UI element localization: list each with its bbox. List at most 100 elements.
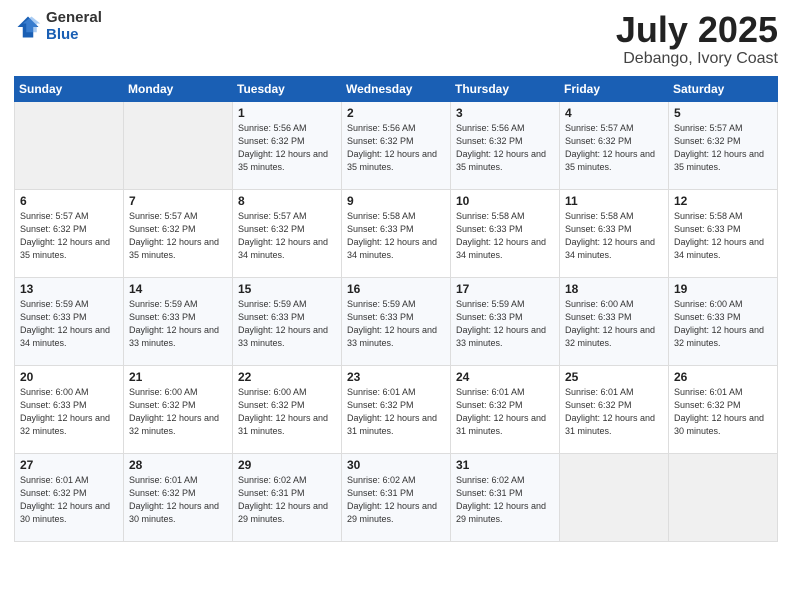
day-info: Sunrise: 5:59 AM Sunset: 6:33 PM Dayligh… <box>456 298 554 350</box>
day-number: 11 <box>565 194 663 208</box>
day-info: Sunrise: 6:00 AM Sunset: 6:33 PM Dayligh… <box>20 386 118 438</box>
day-number: 16 <box>347 282 445 296</box>
calendar-cell: 28 Sunrise: 6:01 AM Sunset: 6:32 PM Dayli… <box>124 453 233 541</box>
page: General Blue July 2025 Debango, Ivory Co… <box>0 0 792 612</box>
calendar-cell: 5 Sunrise: 5:57 AM Sunset: 6:32 PM Daylig… <box>669 101 778 189</box>
calendar-header-monday: Monday <box>124 76 233 101</box>
location-title: Debango, Ivory Coast <box>616 50 778 68</box>
calendar-cell <box>560 453 669 541</box>
calendar-week-5: 27 Sunrise: 6:01 AM Sunset: 6:32 PM Dayli… <box>15 453 778 541</box>
day-info: Sunrise: 6:02 AM Sunset: 6:31 PM Dayligh… <box>238 474 336 526</box>
day-info: Sunrise: 6:00 AM Sunset: 6:32 PM Dayligh… <box>238 386 336 438</box>
calendar-cell: 22 Sunrise: 6:00 AM Sunset: 6:32 PM Dayli… <box>233 365 342 453</box>
day-info: Sunrise: 6:01 AM Sunset: 6:32 PM Dayligh… <box>674 386 772 438</box>
calendar-cell: 21Sunrise: 6:00 AM Sunset: 6:32 PM Dayli… <box>124 365 233 453</box>
calendar-body: 1Sunrise: 5:56 AM Sunset: 6:32 PM Daylig… <box>15 101 778 541</box>
day-number: 27 <box>20 458 118 472</box>
calendar-cell: 19Sunrise: 6:00 AM Sunset: 6:33 PM Dayli… <box>669 277 778 365</box>
day-info: Sunrise: 5:57 AM Sunset: 6:32 PM Dayligh… <box>20 210 118 262</box>
title-block: July 2025 Debango, Ivory Coast <box>616 10 778 68</box>
day-info: Sunrise: 5:56 AM Sunset: 6:32 PM Dayligh… <box>347 122 445 174</box>
calendar-header-sunday: Sunday <box>15 76 124 101</box>
day-number: 10 <box>456 194 554 208</box>
calendar-cell: 9 Sunrise: 5:58 AM Sunset: 6:33 PM Daylig… <box>342 189 451 277</box>
day-number: 5 <box>674 106 772 120</box>
calendar-cell: 24 Sunrise: 6:01 AM Sunset: 6:32 PM Dayli… <box>451 365 560 453</box>
calendar-week-2: 6Sunrise: 5:57 AM Sunset: 6:32 PM Daylig… <box>15 189 778 277</box>
day-info: Sunrise: 5:57 AM Sunset: 6:32 PM Dayligh… <box>565 122 663 174</box>
calendar-cell: 14Sunrise: 5:59 AM Sunset: 6:33 PM Dayli… <box>124 277 233 365</box>
calendar-cell: 6Sunrise: 5:57 AM Sunset: 6:32 PM Daylig… <box>15 189 124 277</box>
calendar-cell <box>669 453 778 541</box>
day-info: Sunrise: 5:57 AM Sunset: 6:32 PM Dayligh… <box>238 210 336 262</box>
calendar-header-thursday: Thursday <box>451 76 560 101</box>
day-number: 8 <box>238 194 336 208</box>
calendar-week-3: 13 Sunrise: 5:59 AM Sunset: 6:33 PM Dayli… <box>15 277 778 365</box>
day-number: 20 <box>20 370 118 384</box>
calendar-cell: 15 Sunrise: 5:59 AM Sunset: 6:33 PM Dayli… <box>233 277 342 365</box>
day-number: 30 <box>347 458 445 472</box>
calendar-cell: 1Sunrise: 5:56 AM Sunset: 6:32 PM Daylig… <box>233 101 342 189</box>
day-number: 31 <box>456 458 554 472</box>
calendar: SundayMondayTuesdayWednesdayThursdayFrid… <box>14 76 778 542</box>
day-info: Sunrise: 6:01 AM Sunset: 6:32 PM Dayligh… <box>456 386 554 438</box>
calendar-cell: 17 Sunrise: 5:59 AM Sunset: 6:33 PM Dayli… <box>451 277 560 365</box>
day-info: Sunrise: 6:00 AM Sunset: 6:33 PM Dayligh… <box>674 298 772 350</box>
day-info: Sunrise: 5:58 AM Sunset: 6:33 PM Dayligh… <box>674 210 772 262</box>
logo: General Blue <box>14 10 102 43</box>
day-number: 7 <box>129 194 227 208</box>
day-number: 26 <box>674 370 772 384</box>
day-info: Sunrise: 6:01 AM Sunset: 6:32 PM Dayligh… <box>129 474 227 526</box>
calendar-cell: 26 Sunrise: 6:01 AM Sunset: 6:32 PM Dayli… <box>669 365 778 453</box>
day-number: 22 <box>238 370 336 384</box>
calendar-header-friday: Friday <box>560 76 669 101</box>
day-info: Sunrise: 5:57 AM Sunset: 6:32 PM Dayligh… <box>674 122 772 174</box>
day-info: Sunrise: 5:58 AM Sunset: 6:33 PM Dayligh… <box>565 210 663 262</box>
day-number: 4 <box>565 106 663 120</box>
logo-blue: Blue <box>46 27 102 44</box>
calendar-cell: 27Sunrise: 6:01 AM Sunset: 6:32 PM Dayli… <box>15 453 124 541</box>
day-info: Sunrise: 5:56 AM Sunset: 6:32 PM Dayligh… <box>456 122 554 174</box>
calendar-header-wednesday: Wednesday <box>342 76 451 101</box>
calendar-cell: 13 Sunrise: 5:59 AM Sunset: 6:33 PM Dayli… <box>15 277 124 365</box>
day-number: 25 <box>565 370 663 384</box>
day-number: 24 <box>456 370 554 384</box>
day-number: 12 <box>674 194 772 208</box>
calendar-cell: 23 Sunrise: 6:01 AM Sunset: 6:32 PM Dayli… <box>342 365 451 453</box>
logo-text: General Blue <box>46 10 102 43</box>
day-number: 23 <box>347 370 445 384</box>
calendar-cell: 3Sunrise: 5:56 AM Sunset: 6:32 PM Daylig… <box>451 101 560 189</box>
calendar-cell <box>15 101 124 189</box>
calendar-cell: 30Sunrise: 6:02 AM Sunset: 6:31 PM Dayli… <box>342 453 451 541</box>
day-number: 15 <box>238 282 336 296</box>
day-number: 17 <box>456 282 554 296</box>
day-number: 13 <box>20 282 118 296</box>
calendar-cell: 18Sunrise: 6:00 AM Sunset: 6:33 PM Dayli… <box>560 277 669 365</box>
calendar-header-saturday: Saturday <box>669 76 778 101</box>
day-info: Sunrise: 6:00 AM Sunset: 6:32 PM Dayligh… <box>129 386 227 438</box>
month-title: July 2025 <box>616 10 778 50</box>
day-info: Sunrise: 5:56 AM Sunset: 6:32 PM Dayligh… <box>238 122 336 174</box>
logo-general: General <box>46 10 102 27</box>
day-info: Sunrise: 5:59 AM Sunset: 6:33 PM Dayligh… <box>347 298 445 350</box>
calendar-cell: 25Sunrise: 6:01 AM Sunset: 6:32 PM Dayli… <box>560 365 669 453</box>
calendar-cell: 12 Sunrise: 5:58 AM Sunset: 6:33 PM Dayli… <box>669 189 778 277</box>
calendar-cell: 11 Sunrise: 5:58 AM Sunset: 6:33 PM Dayli… <box>560 189 669 277</box>
logo-icon <box>14 13 42 41</box>
day-info: Sunrise: 6:00 AM Sunset: 6:33 PM Dayligh… <box>565 298 663 350</box>
day-number: 28 <box>129 458 227 472</box>
day-info: Sunrise: 5:59 AM Sunset: 6:33 PM Dayligh… <box>238 298 336 350</box>
calendar-cell: 8 Sunrise: 5:57 AM Sunset: 6:32 PM Daylig… <box>233 189 342 277</box>
day-info: Sunrise: 6:01 AM Sunset: 6:32 PM Dayligh… <box>347 386 445 438</box>
day-info: Sunrise: 6:02 AM Sunset: 6:31 PM Dayligh… <box>456 474 554 526</box>
day-info: Sunrise: 5:59 AM Sunset: 6:33 PM Dayligh… <box>20 298 118 350</box>
day-info: Sunrise: 5:58 AM Sunset: 6:33 PM Dayligh… <box>347 210 445 262</box>
calendar-week-1: 1Sunrise: 5:56 AM Sunset: 6:32 PM Daylig… <box>15 101 778 189</box>
calendar-cell: 29 Sunrise: 6:02 AM Sunset: 6:31 PM Dayli… <box>233 453 342 541</box>
day-number: 14 <box>129 282 227 296</box>
calendar-header-tuesday: Tuesday <box>233 76 342 101</box>
day-number: 9 <box>347 194 445 208</box>
calendar-header-row: SundayMondayTuesdayWednesdayThursdayFrid… <box>15 76 778 101</box>
day-number: 29 <box>238 458 336 472</box>
day-info: Sunrise: 5:58 AM Sunset: 6:33 PM Dayligh… <box>456 210 554 262</box>
